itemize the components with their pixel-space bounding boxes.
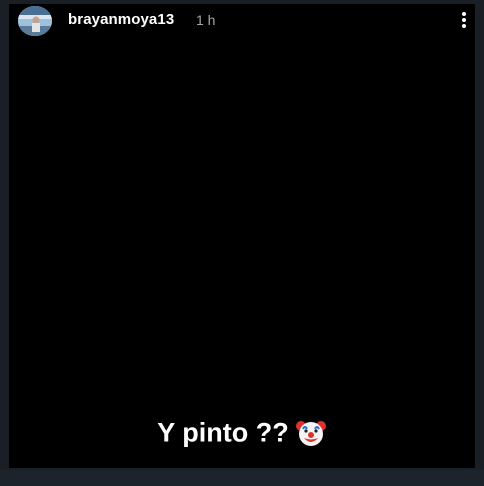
timestamp: 1 h (196, 12, 216, 28)
avatar[interactable] (18, 6, 52, 36)
story-header: brayanmoya13 1 h (9, 4, 475, 36)
username[interactable]: brayanmoya13 (68, 11, 174, 28)
caption-text: Y pinto ?? (157, 417, 289, 448)
more-vertical-icon[interactable] (455, 8, 473, 32)
bottom-strip (0, 470, 484, 486)
story-caption: Y pinto ?? (9, 416, 475, 449)
story-viewer: brayanmoya13 1 h Y pinto ?? (0, 0, 484, 486)
clown-face-icon (295, 417, 327, 449)
story-content[interactable]: brayanmoya13 1 h Y pinto ?? (9, 4, 475, 468)
